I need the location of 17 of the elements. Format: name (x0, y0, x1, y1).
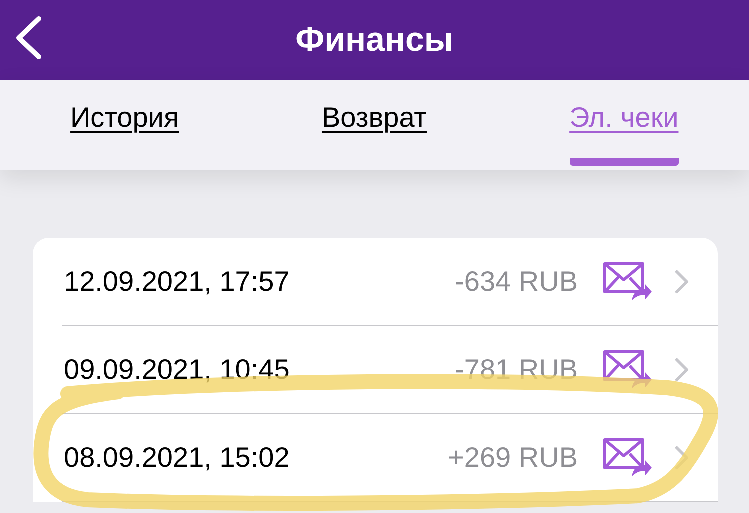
tab[interactable]: Возврат (250, 80, 500, 170)
receipt-row[interactable]: 08.09.2021, 15:02 +269 RUB (62, 414, 718, 502)
back-button[interactable] (14, 16, 44, 60)
envelope-share-icon[interactable] (602, 260, 652, 302)
chevron-right-icon (674, 268, 690, 294)
screen-title: Финансы (296, 20, 454, 60)
envelope-share-icon[interactable] (602, 436, 652, 478)
receipt-row[interactable]: 12.09.2021, 17:57 -634 RUB (62, 238, 718, 326)
receipt-amount: -634 RUB (455, 266, 578, 298)
receipt-amount: +269 RUB (448, 442, 578, 474)
back-chevron-icon (14, 16, 44, 60)
chevron-right-icon (674, 356, 690, 382)
receipt-date: 09.09.2021, 10:45 (63, 354, 291, 386)
receipt-date: 12.09.2021, 17:57 (63, 266, 291, 298)
receipt-date: 08.09.2021, 15:02 (63, 442, 291, 474)
tab[interactable]: Эл. чеки (499, 80, 749, 170)
tab[interactable]: История (0, 80, 250, 170)
